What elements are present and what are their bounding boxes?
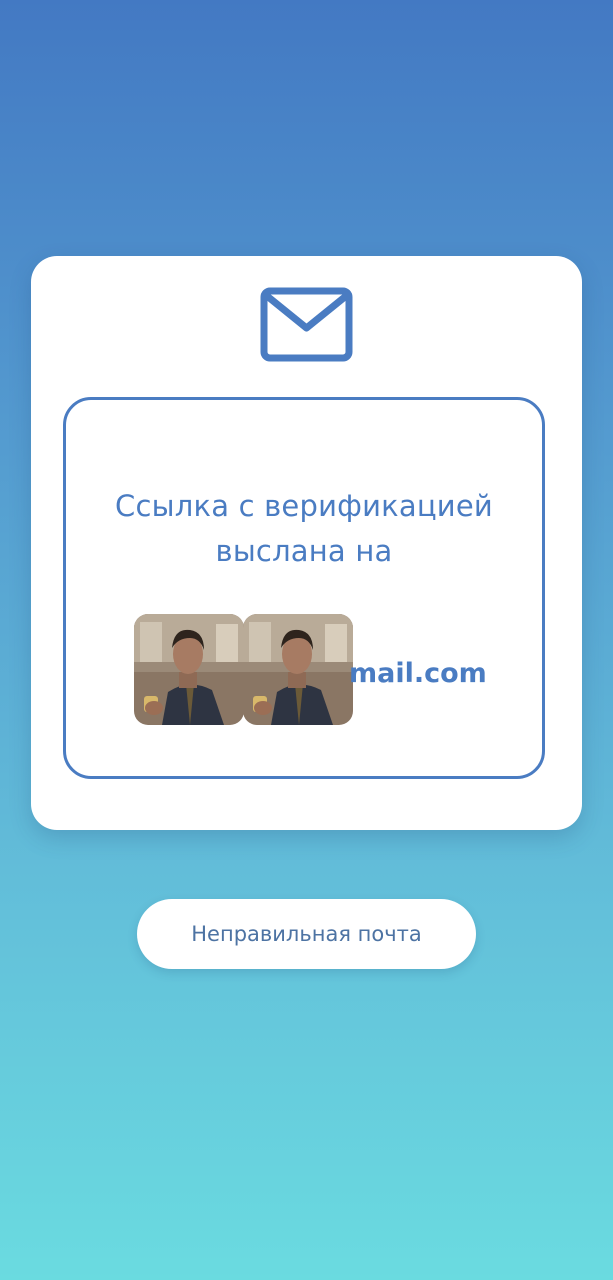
verification-card: Ссылка с верификацией выслана на mail.co… xyxy=(31,256,582,830)
avatar xyxy=(134,614,244,725)
email-domain: mail.com xyxy=(349,658,487,689)
avatar xyxy=(243,614,353,725)
message-box: Ссылка с верификацией выслана на mail.co… xyxy=(63,397,545,779)
wrong-email-button[interactable]: Неправильная почта xyxy=(137,899,476,969)
envelope-icon xyxy=(260,287,353,362)
email-address: mail.com xyxy=(134,614,524,726)
verification-message: Ссылка с верификацией выслана на xyxy=(115,489,493,568)
